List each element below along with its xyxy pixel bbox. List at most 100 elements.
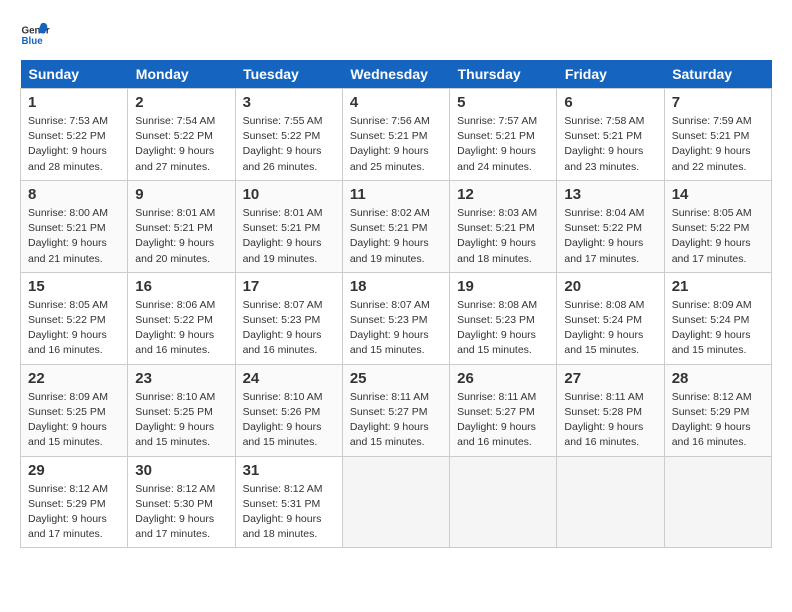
day-number: 26 — [457, 370, 549, 387]
day-info: Sunrise: 8:01 AM Sunset: 5:21 PM Dayligh… — [135, 206, 227, 267]
day-info: Sunrise: 8:03 AM Sunset: 5:21 PM Dayligh… — [457, 206, 549, 267]
day-info: Sunrise: 8:10 AM Sunset: 5:26 PM Dayligh… — [243, 390, 335, 451]
day-cell: 15 Sunrise: 8:05 AM Sunset: 5:22 PM Dayl… — [21, 272, 128, 364]
day-cell: 5 Sunrise: 7:57 AM Sunset: 5:21 PM Dayli… — [450, 89, 557, 181]
day-cell: 11 Sunrise: 8:02 AM Sunset: 5:21 PM Dayl… — [342, 180, 449, 272]
day-cell: 13 Sunrise: 8:04 AM Sunset: 5:22 PM Dayl… — [557, 180, 664, 272]
day-cell: 8 Sunrise: 8:00 AM Sunset: 5:21 PM Dayli… — [21, 180, 128, 272]
day-info: Sunrise: 8:05 AM Sunset: 5:22 PM Dayligh… — [28, 298, 120, 359]
day-number: 12 — [457, 186, 549, 203]
day-cell: 6 Sunrise: 7:58 AM Sunset: 5:21 PM Dayli… — [557, 89, 664, 181]
day-number: 1 — [28, 94, 120, 111]
svg-text:Blue: Blue — [22, 36, 44, 47]
day-cell: 7 Sunrise: 7:59 AM Sunset: 5:21 PM Dayli… — [664, 89, 771, 181]
day-cell: 2 Sunrise: 7:54 AM Sunset: 5:22 PM Dayli… — [128, 89, 235, 181]
header-thursday: Thursday — [450, 60, 557, 89]
header-tuesday: Tuesday — [235, 60, 342, 89]
day-info: Sunrise: 7:54 AM Sunset: 5:22 PM Dayligh… — [135, 114, 227, 175]
day-cell: 29 Sunrise: 8:12 AM Sunset: 5:29 PM Dayl… — [21, 456, 128, 548]
day-info: Sunrise: 8:02 AM Sunset: 5:21 PM Dayligh… — [350, 206, 442, 267]
day-number: 17 — [243, 278, 335, 295]
day-info: Sunrise: 8:11 AM Sunset: 5:27 PM Dayligh… — [457, 390, 549, 451]
day-cell: 12 Sunrise: 8:03 AM Sunset: 5:21 PM Dayl… — [450, 180, 557, 272]
day-info: Sunrise: 8:12 AM Sunset: 5:29 PM Dayligh… — [28, 482, 120, 543]
day-info: Sunrise: 8:08 AM Sunset: 5:24 PM Dayligh… — [564, 298, 656, 359]
day-number: 8 — [28, 186, 120, 203]
day-number: 11 — [350, 186, 442, 203]
day-cell: 16 Sunrise: 8:06 AM Sunset: 5:22 PM Dayl… — [128, 272, 235, 364]
day-info: Sunrise: 7:56 AM Sunset: 5:21 PM Dayligh… — [350, 114, 442, 175]
week-row-5: 29 Sunrise: 8:12 AM Sunset: 5:29 PM Dayl… — [21, 456, 772, 548]
day-number: 4 — [350, 94, 442, 111]
day-number: 3 — [243, 94, 335, 111]
day-cell: 24 Sunrise: 8:10 AM Sunset: 5:26 PM Dayl… — [235, 364, 342, 456]
day-info: Sunrise: 8:12 AM Sunset: 5:31 PM Dayligh… — [243, 482, 335, 543]
day-info: Sunrise: 7:58 AM Sunset: 5:21 PM Dayligh… — [564, 114, 656, 175]
day-number: 29 — [28, 462, 120, 479]
day-number: 7 — [672, 94, 764, 111]
day-cell: 14 Sunrise: 8:05 AM Sunset: 5:22 PM Dayl… — [664, 180, 771, 272]
day-number: 23 — [135, 370, 227, 387]
header-wednesday: Wednesday — [342, 60, 449, 89]
day-info: Sunrise: 8:00 AM Sunset: 5:21 PM Dayligh… — [28, 206, 120, 267]
week-row-3: 15 Sunrise: 8:05 AM Sunset: 5:22 PM Dayl… — [21, 272, 772, 364]
header-sunday: Sunday — [21, 60, 128, 89]
header-row: SundayMondayTuesdayWednesdayThursdayFrid… — [21, 60, 772, 89]
day-number: 21 — [672, 278, 764, 295]
day-info: Sunrise: 8:11 AM Sunset: 5:28 PM Dayligh… — [564, 390, 656, 451]
day-info: Sunrise: 8:06 AM Sunset: 5:22 PM Dayligh… — [135, 298, 227, 359]
day-cell — [664, 456, 771, 548]
day-info: Sunrise: 8:09 AM Sunset: 5:25 PM Dayligh… — [28, 390, 120, 451]
week-row-2: 8 Sunrise: 8:00 AM Sunset: 5:21 PM Dayli… — [21, 180, 772, 272]
day-cell: 4 Sunrise: 7:56 AM Sunset: 5:21 PM Dayli… — [342, 89, 449, 181]
day-cell: 3 Sunrise: 7:55 AM Sunset: 5:22 PM Dayli… — [235, 89, 342, 181]
day-info: Sunrise: 7:55 AM Sunset: 5:22 PM Dayligh… — [243, 114, 335, 175]
header-saturday: Saturday — [664, 60, 771, 89]
day-cell: 23 Sunrise: 8:10 AM Sunset: 5:25 PM Dayl… — [128, 364, 235, 456]
day-number: 6 — [564, 94, 656, 111]
day-cell: 10 Sunrise: 8:01 AM Sunset: 5:21 PM Dayl… — [235, 180, 342, 272]
day-number: 18 — [350, 278, 442, 295]
logo: General Blue — [20, 20, 54, 50]
day-number: 19 — [457, 278, 549, 295]
day-number: 20 — [564, 278, 656, 295]
day-cell: 1 Sunrise: 7:53 AM Sunset: 5:22 PM Dayli… — [21, 89, 128, 181]
day-cell: 25 Sunrise: 8:11 AM Sunset: 5:27 PM Dayl… — [342, 364, 449, 456]
day-number: 5 — [457, 94, 549, 111]
day-cell: 27 Sunrise: 8:11 AM Sunset: 5:28 PM Dayl… — [557, 364, 664, 456]
week-row-1: 1 Sunrise: 7:53 AM Sunset: 5:22 PM Dayli… — [21, 89, 772, 181]
day-info: Sunrise: 8:05 AM Sunset: 5:22 PM Dayligh… — [672, 206, 764, 267]
logo-icon: General Blue — [20, 20, 50, 50]
day-number: 13 — [564, 186, 656, 203]
day-info: Sunrise: 7:57 AM Sunset: 5:21 PM Dayligh… — [457, 114, 549, 175]
day-info: Sunrise: 8:10 AM Sunset: 5:25 PM Dayligh… — [135, 390, 227, 451]
day-number: 25 — [350, 370, 442, 387]
day-cell: 9 Sunrise: 8:01 AM Sunset: 5:21 PM Dayli… — [128, 180, 235, 272]
day-cell: 21 Sunrise: 8:09 AM Sunset: 5:24 PM Dayl… — [664, 272, 771, 364]
day-cell: 22 Sunrise: 8:09 AM Sunset: 5:25 PM Dayl… — [21, 364, 128, 456]
day-info: Sunrise: 8:12 AM Sunset: 5:29 PM Dayligh… — [672, 390, 764, 451]
day-cell — [450, 456, 557, 548]
day-info: Sunrise: 7:53 AM Sunset: 5:22 PM Dayligh… — [28, 114, 120, 175]
day-info: Sunrise: 7:59 AM Sunset: 5:21 PM Dayligh… — [672, 114, 764, 175]
day-info: Sunrise: 8:01 AM Sunset: 5:21 PM Dayligh… — [243, 206, 335, 267]
page-header: General Blue — [20, 20, 772, 50]
day-cell: 19 Sunrise: 8:08 AM Sunset: 5:23 PM Dayl… — [450, 272, 557, 364]
day-number: 9 — [135, 186, 227, 203]
day-cell: 26 Sunrise: 8:11 AM Sunset: 5:27 PM Dayl… — [450, 364, 557, 456]
day-info: Sunrise: 8:09 AM Sunset: 5:24 PM Dayligh… — [672, 298, 764, 359]
day-cell — [557, 456, 664, 548]
day-info: Sunrise: 8:04 AM Sunset: 5:22 PM Dayligh… — [564, 206, 656, 267]
day-number: 14 — [672, 186, 764, 203]
day-number: 30 — [135, 462, 227, 479]
day-info: Sunrise: 8:11 AM Sunset: 5:27 PM Dayligh… — [350, 390, 442, 451]
day-cell: 28 Sunrise: 8:12 AM Sunset: 5:29 PM Dayl… — [664, 364, 771, 456]
header-monday: Monday — [128, 60, 235, 89]
day-cell — [342, 456, 449, 548]
header-friday: Friday — [557, 60, 664, 89]
day-info: Sunrise: 8:07 AM Sunset: 5:23 PM Dayligh… — [243, 298, 335, 359]
week-row-4: 22 Sunrise: 8:09 AM Sunset: 5:25 PM Dayl… — [21, 364, 772, 456]
day-cell: 18 Sunrise: 8:07 AM Sunset: 5:23 PM Dayl… — [342, 272, 449, 364]
day-info: Sunrise: 8:08 AM Sunset: 5:23 PM Dayligh… — [457, 298, 549, 359]
day-info: Sunrise: 8:12 AM Sunset: 5:30 PM Dayligh… — [135, 482, 227, 543]
